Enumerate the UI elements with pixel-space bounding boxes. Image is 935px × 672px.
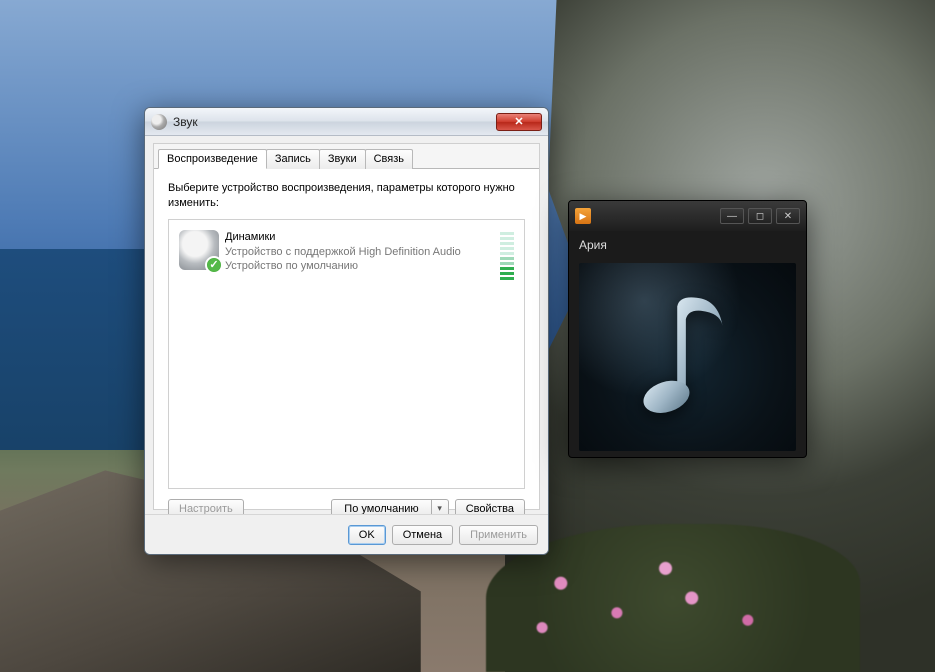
tab-playback[interactable]: Воспроизведение [158, 149, 267, 169]
window-buttons: — ◻ ✕ [720, 208, 800, 224]
tab-recording[interactable]: Запись [266, 149, 320, 169]
tab-communications[interactable]: Связь [365, 149, 413, 169]
cancel-button[interactable]: Отмена [392, 525, 453, 545]
album-art[interactable] [579, 263, 796, 451]
media-close-button[interactable]: ✕ [776, 208, 800, 224]
apply-button[interactable]: Применить [459, 525, 538, 545]
device-item-speakers[interactable]: ✓ Динамики Устройство с поддержкой High … [175, 226, 518, 284]
device-status: Устройство по умолчанию [225, 259, 461, 274]
sound-dialog-body: Воспроизведение Запись Звуки Связь Выбер… [153, 143, 540, 510]
device-list[interactable]: ✓ Динамики Устройство с поддержкой High … [168, 219, 525, 489]
sound-icon [151, 114, 167, 130]
chevron-down-icon[interactable]: ▾ [432, 503, 448, 514]
now-playing-title: Ария [569, 231, 806, 259]
tabstrip: Воспроизведение Запись Звуки Связь [154, 144, 539, 169]
minimize-icon: — [727, 211, 737, 222]
speaker-icon: ✓ [179, 230, 219, 270]
device-text: Динамики Устройство с поддержкой High De… [225, 230, 461, 275]
instruction-text: Выберите устройство воспроизведения, пар… [168, 181, 525, 211]
minimize-button[interactable]: — [720, 208, 744, 224]
close-icon: ✕ [514, 115, 523, 128]
default-check-icon: ✓ [205, 256, 223, 274]
media-player-window: ▶ — ◻ ✕ Ария [568, 200, 807, 458]
device-description: Устройство с поддержкой High Definition … [225, 245, 461, 260]
maximize-icon: ◻ [756, 211, 764, 222]
media-player-titlebar[interactable]: ▶ — ◻ ✕ [569, 201, 806, 231]
media-player-app-icon: ▶ [575, 208, 591, 224]
ok-button[interactable]: OK [348, 525, 386, 545]
dialog-footer: OK Отмена Применить [145, 514, 548, 554]
play-icon: ▶ [580, 211, 587, 222]
close-button[interactable]: ✕ [496, 113, 542, 131]
device-name: Динамики [225, 230, 461, 245]
sound-dialog-title: Звук [173, 115, 198, 129]
tab-sounds[interactable]: Звуки [319, 149, 366, 169]
volume-meter [500, 230, 514, 280]
tab-content: Выберите устройство воспроизведения, пар… [154, 169, 539, 529]
sound-dialog-titlebar[interactable]: Звук ✕ [145, 108, 548, 136]
close-icon: ✕ [784, 211, 792, 222]
music-note-icon [633, 287, 743, 427]
maximize-button[interactable]: ◻ [748, 208, 772, 224]
sound-dialog: Звук ✕ Воспроизведение Запись Звуки Связ… [144, 107, 549, 555]
